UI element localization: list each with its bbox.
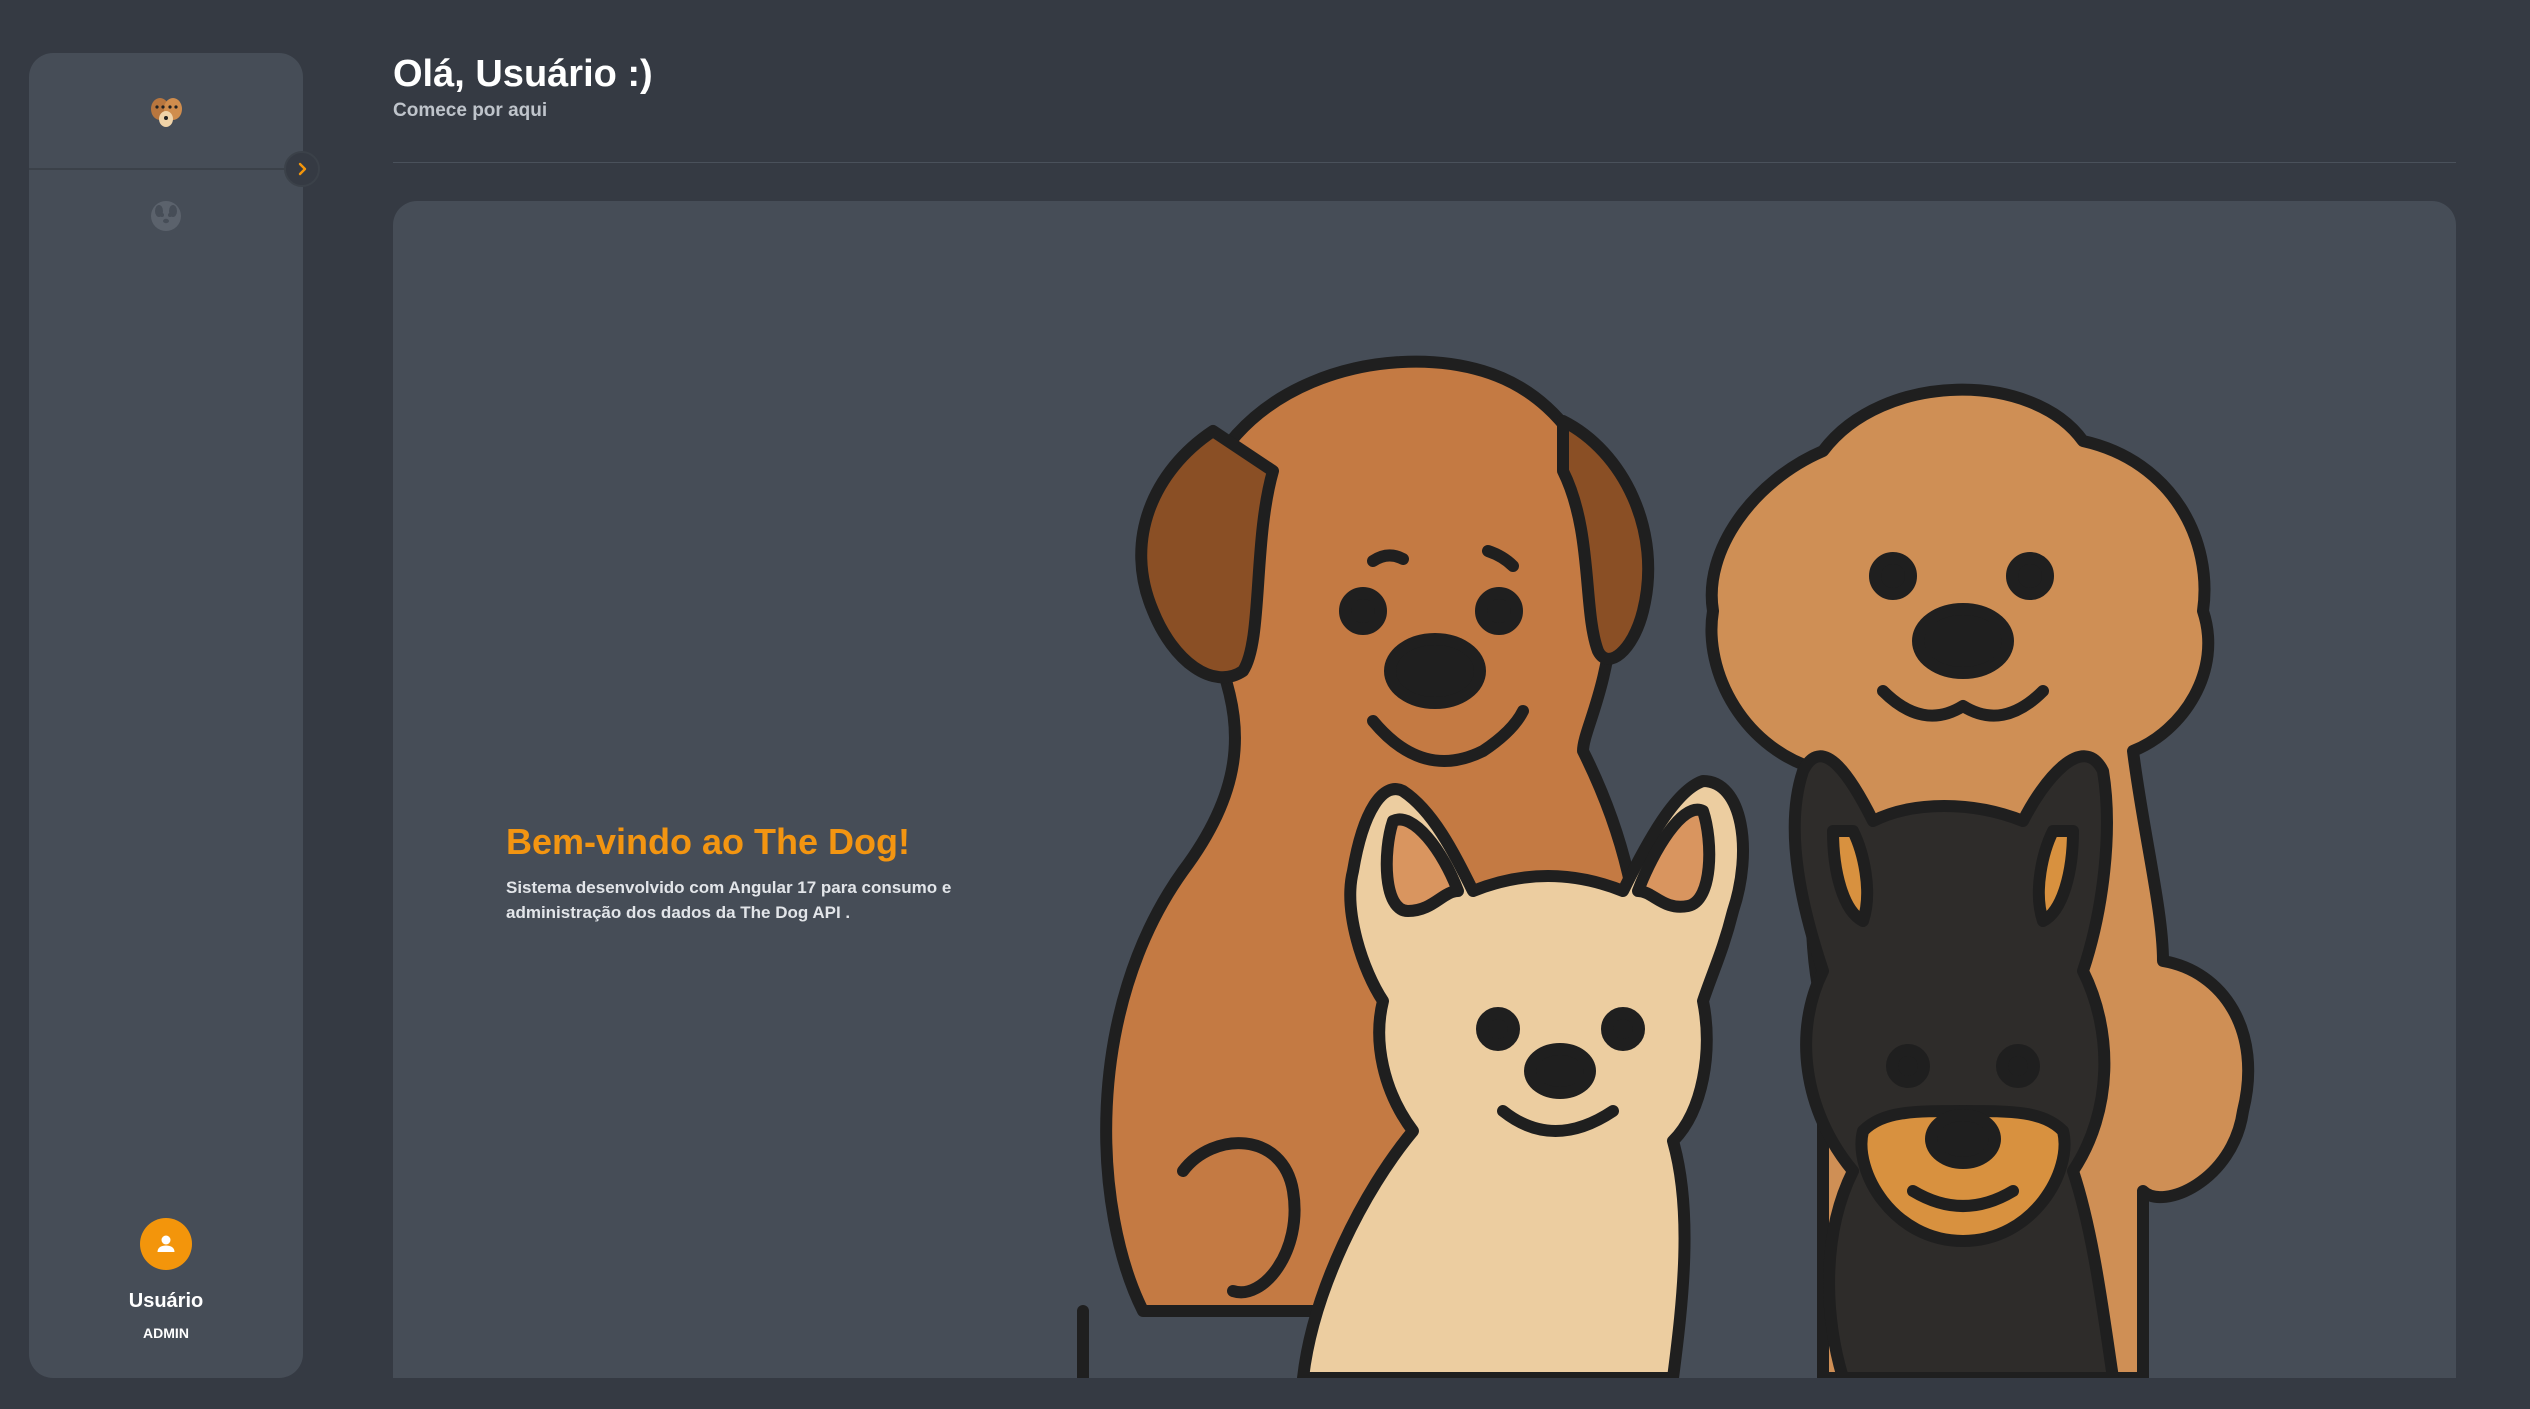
sidebar-divider [29,168,303,170]
sidebar-item-dogs[interactable] [145,195,187,237]
user-role: ADMIN [143,1325,189,1341]
chevron-right-icon [298,162,307,176]
page-subtitle: Comece por aqui [393,100,548,121]
welcome-card: Bem-vindo ao The Dog! Sistema desenvolvi… [393,201,2456,1378]
page-header: Olá, Usuário :) Comece por aqui [393,48,2456,122]
sidebar-toggle-button[interactable] [284,151,320,187]
user-name: Usuário [128,1290,204,1312]
welcome-title: Bem-vindo ao The Dog! [506,821,910,862]
dog-face-icon [151,201,181,231]
app-root: Usuário ADMIN Olá, Usuário :) Comece por… [0,0,2530,1409]
header-divider [393,162,2456,163]
page-title: Olá, Usuário :) [393,53,653,95]
dogs-illustration [1077,355,2255,1378]
welcome-section: Bem-vindo ao The Dog! Sistema desenvolvi… [506,821,1026,925]
sidebar: Usuário ADMIN [29,53,320,1378]
avatar[interactable] [140,1218,192,1270]
welcome-text: Sistema desenvolvido com Angular 17 para… [506,878,952,922]
user-panel: Usuário ADMIN [29,1218,303,1341]
dogs-logo-icon[interactable] [145,89,187,131]
person-icon [157,1235,175,1252]
